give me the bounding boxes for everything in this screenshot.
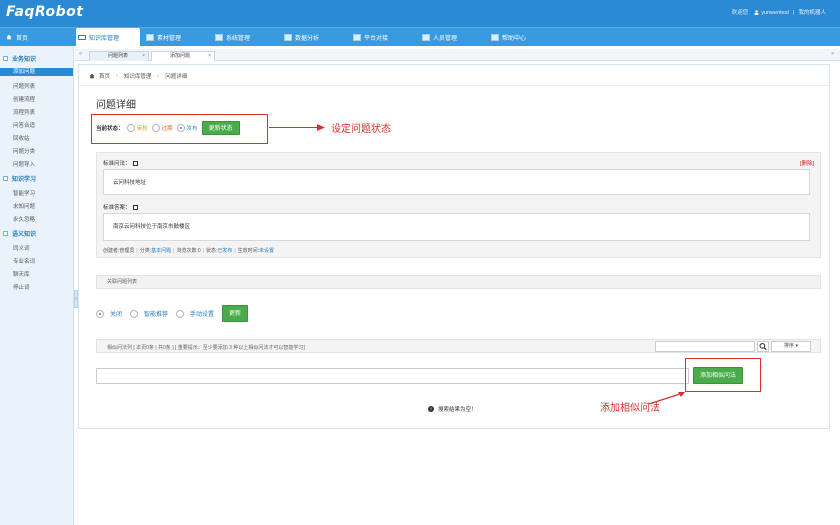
annotation-arrow (269, 127, 319, 129)
main-content: 首页 › 知识库管理 › 问题详细 问题详细 当前状态： 审核 过期 发布 更新… (78, 64, 830, 429)
sidebar-group-semantic[interactable]: 语义知识 (3, 229, 36, 238)
add-similar-button[interactable]: 添加相似问法 (693, 367, 744, 384)
collapse-icon (3, 176, 8, 181)
breadcrumb: 首页 › 知识库管理 › 问题详细 (89, 72, 187, 80)
nav-platform[interactable]: 平台对接 (353, 33, 388, 42)
sidebar-item-smart-learn[interactable]: 智能学习 (13, 189, 35, 197)
tab-question-list[interactable]: 问题列表 × (89, 51, 149, 61)
recommend-radio-manual[interactable] (176, 309, 185, 318)
chart-icon (284, 34, 292, 41)
platform-icon (353, 34, 361, 41)
material-icon (146, 34, 154, 41)
user-info: 欢迎您 yunwentest | 我的机器人 (731, 10, 826, 16)
similar-question-input[interactable] (96, 368, 689, 384)
highlight-box (91, 114, 268, 144)
help-icon (491, 34, 499, 41)
std-answer-field[interactable]: 南京云问科技位于南京市鼓楼区 (103, 213, 810, 241)
sidebar-item-category[interactable]: 问题分类 (13, 147, 35, 155)
system-icon (215, 34, 223, 41)
arrow-head-icon (317, 124, 325, 131)
sidebar-item-stopwords[interactable]: 停止词 (13, 283, 30, 291)
tabs-bar: « 问题列表 × 添加问题 × » (75, 49, 840, 61)
close-icon[interactable]: × (208, 52, 211, 61)
nav-home[interactable]: 首页 (6, 33, 28, 42)
sidebar-item-add-question[interactable]: 添加问题 (0, 68, 73, 76)
sidebar-item-create-flow[interactable]: 创建流程 (13, 95, 35, 103)
nav-help[interactable]: 帮助中心 (491, 33, 526, 42)
recommend-row: 关闭 智能推荐 手动设置 更新 (96, 305, 249, 322)
related-list-bar[interactable]: 关联问题列表 (96, 275, 821, 289)
breadcrumb-home[interactable]: 首页 (99, 72, 110, 80)
search-input[interactable] (655, 341, 755, 352)
category-link[interactable]: 基本问题 (151, 248, 171, 254)
logo: FaqRobot (6, 4, 84, 20)
tab-scroll-left-icon[interactable]: « (79, 51, 82, 57)
home-icon (89, 73, 95, 79)
question-meta: 创建者:管理员 | 分类:基本问题 | 浏览次数:0 | 状态:已发布 | 生效时间:未设置 (103, 248, 275, 254)
update-recommend-button[interactable]: 更新 (222, 305, 249, 322)
top-header: FaqRobot 欢迎您 yunwentest | 我的机器人 (0, 0, 840, 27)
user-icon (754, 10, 761, 16)
sidebar-item-question-list[interactable]: 问题列表 (13, 82, 35, 90)
main-nav: 首页 知识库管理 素材管理 系统管理 数据分析 平台对接 人员管理 帮助中心 (0, 27, 840, 47)
sidebar-item-recycle[interactable]: 回收站 (13, 134, 30, 142)
std-answer-label: 标准答案： (103, 203, 138, 211)
collapse-icon (3, 231, 8, 236)
edit-icon[interactable] (132, 204, 138, 210)
sidebar: 业务知识 添加问题 问题列表 创建流程 流程列表 问答合适 回收站 问题分类 问… (0, 46, 74, 525)
home-icon (6, 34, 12, 41)
info-icon: ! (428, 406, 434, 412)
username-link[interactable]: yunwentest (761, 10, 789, 16)
sort-dropdown[interactable]: 排序 ▾ (771, 341, 811, 352)
tab-scroll-right-icon[interactable]: » (831, 51, 834, 57)
annotation-similar: 添加相似问法 (600, 403, 660, 414)
sidebar-item-qa-fit[interactable]: 问答合适 (13, 121, 35, 129)
sidebar-item-chat[interactable]: 聊天库 (13, 270, 30, 278)
sidebar-group-business[interactable]: 业务知识 (3, 54, 36, 63)
annotation-status: 设定问题状态 (331, 124, 391, 135)
search-icon[interactable] (757, 341, 769, 352)
similar-list-bar: 相似问法列 [ 本页0条 | 共0条 ] [ 重要提示：至少要添加 3 种以上相… (96, 339, 821, 353)
delete-link[interactable]: [删除] (800, 159, 814, 167)
collapse-icon (3, 56, 8, 61)
chevron-right-icon: › (116, 73, 118, 79)
nav-people[interactable]: 人员管理 (422, 33, 457, 42)
std-question-label: 标准问法： (103, 159, 138, 167)
tab-add-question[interactable]: 添加问题 × (151, 51, 215, 61)
sidebar-item-terms[interactable]: 专业名词 (13, 257, 35, 265)
sidebar-item-ignore[interactable]: 永久忽略 (13, 215, 35, 223)
chevron-right-icon: › (157, 73, 160, 79)
effective-time-link[interactable]: 未设置 (259, 248, 274, 254)
caret-down-icon: ▾ (795, 343, 798, 349)
empty-result: ! 搜索结果为空！ (428, 405, 477, 413)
close-icon[interactable]: × (142, 52, 145, 61)
nav-material[interactable]: 素材管理 (146, 33, 181, 42)
welcome-text: 欢迎您 (731, 10, 749, 16)
knowledge-icon (78, 35, 86, 40)
breadcrumb-current: 问题详细 (165, 74, 188, 80)
sidebar-item-flow-list[interactable]: 流程列表 (13, 108, 35, 116)
people-icon (422, 34, 430, 41)
similar-list-info: 相似问法列 [ 本页0条 | 共0条 ] [ 重要提示：至少要添加 3 种以上相… (107, 345, 305, 351)
page-title: 问题详细 (96, 100, 136, 111)
sidebar-group-learning[interactable]: 知识学习 (3, 174, 36, 183)
recommend-radio-off[interactable] (96, 309, 104, 318)
sidebar-item-import[interactable]: 问题导入 (13, 160, 35, 168)
recommend-radio-smart[interactable] (130, 309, 139, 318)
sidebar-item-synonyms[interactable]: 同义词 (13, 244, 30, 252)
nav-knowledge[interactable]: 知识库管理 (78, 33, 119, 42)
std-question-field[interactable]: 云问科技地址 (103, 169, 810, 195)
status-link[interactable]: 已发布 (217, 248, 232, 254)
my-robot-link[interactable]: 我的机器人 (798, 10, 826, 16)
nav-system[interactable]: 系统管理 (215, 33, 250, 42)
nav-analytics[interactable]: 数据分析 (284, 33, 319, 42)
edit-icon[interactable] (132, 160, 138, 166)
breadcrumb-knowledge[interactable]: 知识库管理 (124, 72, 152, 80)
sidebar-item-unknown[interactable]: 未知问题 (13, 202, 35, 210)
divider (79, 85, 829, 86)
question-panel: 标准问法： [删除] 云问科技地址 标准答案： 南京云问科技位于南京市鼓楼区 创… (96, 152, 821, 258)
